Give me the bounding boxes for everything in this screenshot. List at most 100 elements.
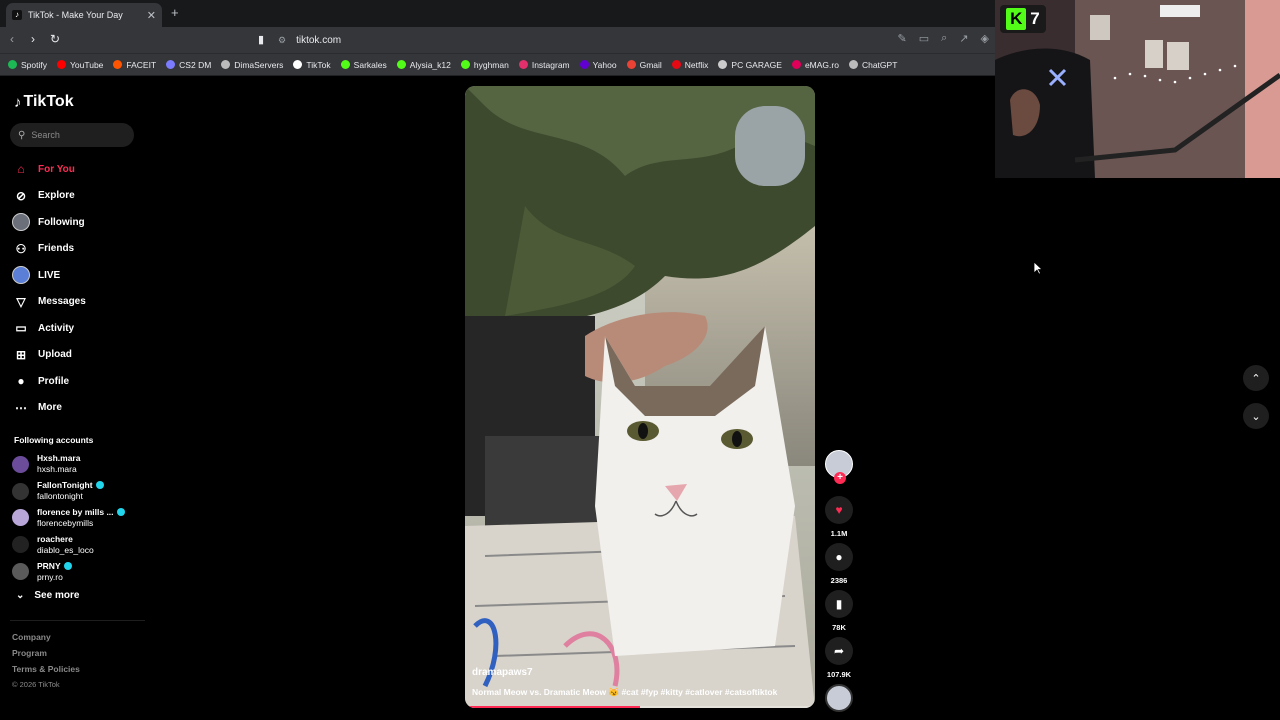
video-username[interactable]: dramapaws7	[472, 667, 533, 678]
menu-item-for-you[interactable]: ⌂ For You	[12, 156, 86, 183]
bookmark-label: PC GARAGE	[731, 59, 782, 70]
following-account[interactable]: florence by mills ... florencebymills	[12, 505, 125, 532]
following-account[interactable]: PRNY prny.ro	[12, 558, 125, 585]
bookmark-item[interactable]: PC GARAGE	[718, 60, 782, 70]
following-account[interactable]: FallonTonight fallontonight	[12, 478, 125, 505]
video-player[interactable]: dramapaws7 Normal Meow vs. Dramatic Meow…	[465, 86, 815, 708]
search-input[interactable]: ⚲ Search	[10, 123, 134, 147]
menu-item-profile[interactable]: ● Profile	[12, 368, 86, 395]
menu-item-following[interactable]: Following	[12, 209, 86, 236]
follow-plus-icon[interactable]: +	[834, 472, 846, 484]
forward-icon[interactable]: ›	[31, 32, 35, 46]
account-name: roachere	[37, 533, 73, 544]
bookmark-favicon-icon	[791, 60, 801, 69]
bookmark-favicon-icon	[671, 60, 681, 69]
back-icon[interactable]: ‹	[10, 32, 14, 46]
bookmark-item[interactable]: hyghman	[460, 59, 509, 70]
program-link[interactable]: Program	[12, 645, 80, 661]
heart-icon: ♥	[835, 503, 843, 517]
account-handle: hxsh.mara	[37, 464, 77, 475]
bookmark-label: Instagram	[531, 59, 570, 70]
avatar	[12, 482, 29, 500]
comment-button[interactable]: ●	[825, 543, 853, 571]
bookmark-icon[interactable]: ▮	[258, 33, 264, 46]
menu-item-label: Explore	[38, 190, 75, 202]
new-tab-button[interactable]: +	[171, 5, 179, 20]
company-link[interactable]: Company	[12, 629, 80, 645]
menu-item-activity[interactable]: ▭ Activity	[12, 315, 86, 342]
menu-item-label: For You	[38, 163, 75, 175]
bookmark-item[interactable]: Gmail	[626, 59, 662, 70]
save-button[interactable]: ▮	[825, 590, 853, 618]
bookmark-item[interactable]: Alysia_k12	[396, 60, 451, 70]
bookmark-item[interactable]: Yahoo	[579, 59, 617, 70]
account-name-row: Hxsh.mara	[37, 453, 80, 464]
bookmark-item[interactable]: YouTube	[57, 60, 103, 70]
bookmark-label: CS2 DM	[179, 59, 212, 70]
menu-item-label: Messages	[38, 296, 86, 308]
translate-icon[interactable]: ✎	[898, 32, 907, 45]
menu-item-friends[interactable]: ⚇ Friends	[12, 236, 86, 263]
avatar	[12, 536, 29, 554]
following-account[interactable]: roachere diablo_es_loco	[12, 531, 125, 558]
browser-tab[interactable]: ♪ TikTok - Make Your Day ✕	[6, 3, 162, 27]
bookmark-item[interactable]: CS2 DM	[166, 60, 211, 70]
bookmark-item[interactable]: eMAG.ro	[791, 59, 839, 70]
menu-item-more[interactable]: ⋯ More	[12, 395, 86, 422]
cast-icon[interactable]: ▭	[919, 32, 929, 45]
tiktok-note-icon: ♪	[14, 93, 22, 111]
menu-item-label: LIVE	[38, 269, 61, 281]
like-action: ♥ 1.1M	[825, 496, 853, 539]
site-info-icon[interactable]: ⚙	[278, 35, 286, 46]
share-button[interactable]: ➦	[825, 637, 853, 665]
video-progress-bar[interactable]	[465, 706, 815, 708]
bookmark-item[interactable]: ChatGPT	[848, 60, 897, 70]
bookmark-item[interactable]: Sarkales	[340, 59, 387, 70]
like-button[interactable]: ♥	[825, 496, 853, 524]
bookmark-label: Yahoo	[592, 59, 617, 70]
bookmark-item[interactable]: TikTok	[293, 60, 331, 70]
compass-icon: ⊘	[15, 188, 27, 203]
close-tab-icon[interactable]: ✕	[147, 9, 156, 22]
bookmark-item[interactable]: DimaServers	[221, 60, 283, 70]
next-video-button[interactable]: ⌄	[1243, 403, 1269, 429]
shield-icon[interactable]: ◈	[981, 32, 989, 45]
menu-item-label: Friends	[38, 243, 75, 255]
menu-item-explore[interactable]: ⊘ Explore	[12, 183, 86, 210]
screen: ♪ TikTok - Make Your Day ✕ + ‹ › ↻ ▮ ⚙ t…	[0, 0, 1280, 720]
bookmark-label: Gmail	[639, 59, 662, 70]
following-account[interactable]: Hxsh.mara hxsh.mara	[12, 451, 125, 478]
verified-badge-icon	[95, 481, 104, 490]
share-icon[interactable]: ↗	[959, 32, 968, 45]
tiktok-logo[interactable]: ♪ TikTok	[14, 93, 74, 111]
bookmark-favicon-icon	[579, 60, 589, 69]
reload-icon[interactable]: ↻	[50, 32, 60, 46]
bookmark-label: Sarkales	[353, 59, 387, 70]
bookmark-label: hyghman	[473, 59, 509, 70]
see-more-button[interactable]: ⌄ See more	[16, 590, 79, 601]
account-text: Hxsh.mara hxsh.mara	[37, 453, 80, 475]
url-field[interactable]: ⚙ tiktok.com	[278, 31, 888, 49]
logo-text: TikTok	[23, 93, 74, 110]
menu-item-upload[interactable]: ⊞ Upload	[12, 342, 86, 369]
bookmark-item[interactable]: Spotify	[8, 60, 47, 70]
bookmark-item[interactable]: Instagram	[518, 59, 570, 70]
avatar	[12, 563, 29, 581]
account-text: roachere diablo_es_loco	[37, 534, 94, 556]
menu-item-messages[interactable]: ▽ Messages	[12, 289, 86, 316]
previous-video-button[interactable]: ⌃	[1243, 365, 1269, 391]
account-name: FallonTonight	[37, 480, 93, 491]
music-disc-avatar[interactable]	[825, 684, 853, 712]
bookmark-item[interactable]: FACEIT	[113, 60, 156, 70]
bookmark-label: eMAG.ro	[804, 59, 839, 70]
sidebar: ♪ TikTok ⚲ Search ⌂ For You ⊘ Explore Follow…	[0, 76, 150, 720]
bookmark-icon: ▮	[835, 597, 843, 611]
zoom-icon[interactable]: ⌕	[941, 32, 947, 45]
bookmark-item[interactable]: Netflix	[671, 60, 708, 70]
video-caption[interactable]: Normal Meow vs. Dramatic Meow 😼 #cat #fy…	[472, 687, 777, 698]
creator-avatar[interactable]: +	[825, 450, 853, 484]
see-more-label: See more	[34, 590, 80, 601]
menu-item-live[interactable]: LIVE	[12, 262, 86, 289]
account-name: florence by mills ...	[37, 506, 114, 517]
terms-link[interactable]: Terms & Policies	[12, 661, 80, 677]
